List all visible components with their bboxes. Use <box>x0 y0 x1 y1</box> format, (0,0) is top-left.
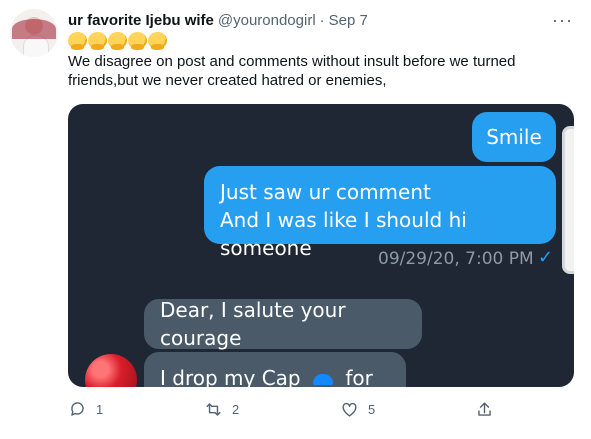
separator: · <box>319 11 325 29</box>
like-button[interactable]: 5 <box>340 400 375 419</box>
like-count: 5 <box>368 402 376 417</box>
hugging-face-icon <box>148 32 167 50</box>
chat-bubble-outgoing: Smile <box>472 112 556 162</box>
message-timestamp: 09/29/20, 7:00 PM <box>378 249 534 269</box>
chat-bubble-incoming: I drop my Cap for you <box>144 352 406 387</box>
display-name[interactable]: ur favorite Ijebu wife <box>68 12 214 29</box>
more-options-button[interactable]: ··· <box>552 10 573 31</box>
chat-bubble-outgoing: Just saw ur comment And I was like I sho… <box>204 166 556 260</box>
retweet-icon <box>204 400 223 419</box>
cap-icon <box>312 374 333 385</box>
tweet-text: We disagree on post and comments without… <box>68 53 516 89</box>
reply-icon <box>68 400 87 419</box>
retweet-count: 2 <box>232 402 240 417</box>
timestamp-link[interactable]: Sep 7 <box>329 12 368 29</box>
tweet-image[interactable]: Smile Just saw ur comment And I was like… <box>68 104 574 387</box>
tweet-header: ur favorite Ijebu wife @yourondogirl · S… <box>68 10 577 30</box>
share-icon <box>475 400 494 419</box>
heart-icon <box>340 400 359 419</box>
reply-count: 1 <box>96 402 104 417</box>
chat-bubble-incoming: Dear, I salute your courage <box>144 298 422 350</box>
share-button[interactable] <box>475 400 494 419</box>
reply-button[interactable]: 1 <box>68 400 103 419</box>
profile-picture <box>85 354 137 387</box>
message-text: I drop my Cap <box>160 366 301 387</box>
hugging-face-icon <box>68 32 87 50</box>
hugging-face-icon <box>88 32 107 50</box>
username[interactable]: @yourondogirl <box>218 12 316 29</box>
retweet-button[interactable]: 2 <box>204 400 239 419</box>
hugging-face-icon <box>108 32 127 50</box>
avatar[interactable] <box>10 9 58 57</box>
emoji-row <box>68 32 167 50</box>
scrollbar[interactable] <box>562 126 574 274</box>
tweet-actions: 1 2 5 <box>68 400 498 422</box>
checkmark-icon: ✓ <box>538 247 554 267</box>
hugging-face-icon <box>128 32 147 50</box>
